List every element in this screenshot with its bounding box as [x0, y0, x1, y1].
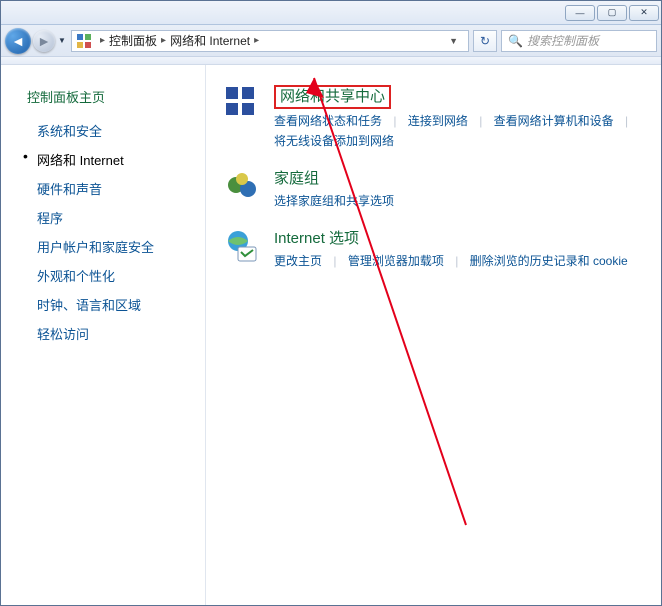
- entry-body: 网络和共享中心 查看网络状态和任务 | 连接到网络 | 查看网络计算机和设备 |…: [274, 85, 643, 151]
- titlebar: — ▢ ✕: [1, 1, 661, 25]
- breadcrumb-sep-icon: ▸: [157, 35, 170, 46]
- link-view-computers-devices[interactable]: 查看网络计算机和设备: [494, 114, 614, 128]
- entry-internet-options: Internet 选项 更改主页 | 管理浏览器加载项 | 删除浏览的历史记录和…: [224, 229, 643, 271]
- nav-history-dropdown[interactable]: ▼: [57, 28, 67, 54]
- sidebar-item-network-internet[interactable]: 网络和 Internet: [1, 145, 205, 174]
- link-sep: |: [447, 254, 466, 268]
- breadcrumb-sep-icon: ▸: [96, 35, 109, 46]
- sub-links: 更改主页 | 管理浏览器加载项 | 删除浏览的历史记录和 cookie: [274, 251, 643, 271]
- link-view-network-status[interactable]: 查看网络状态和任务: [274, 114, 382, 128]
- sidebar-item-ease-of-access[interactable]: 轻松访问: [1, 319, 205, 348]
- link-connect-network[interactable]: 连接到网络: [408, 114, 468, 128]
- entry-body: Internet 选项 更改主页 | 管理浏览器加载项 | 删除浏览的历史记录和…: [274, 229, 643, 271]
- back-button[interactable]: ◄: [5, 28, 31, 54]
- refresh-button[interactable]: ↻: [473, 30, 497, 52]
- sub-links: 选择家庭组和共享选项: [274, 191, 643, 211]
- entry-body: 家庭组 选择家庭组和共享选项: [274, 169, 643, 211]
- sub-links: 查看网络状态和任务 | 连接到网络 | 查看网络计算机和设备 | 将无线设备添加…: [274, 111, 643, 151]
- sidebar-item-clock-language-region[interactable]: 时钟、语言和区域: [1, 290, 205, 319]
- address-bar: ◄ ► ▼ ▸ 控制面板 ▸ 网络和 Internet ▸ ▼ ↻ 🔍: [1, 25, 661, 57]
- homegroup-icon: [224, 169, 260, 205]
- search-input[interactable]: [527, 34, 650, 48]
- entry-title-network-sharing[interactable]: 网络和共享中心: [274, 85, 391, 109]
- breadcrumb[interactable]: ▸ 控制面板 ▸ 网络和 Internet ▸ ▼: [71, 30, 469, 52]
- nav-buttons: ◄ ► ▼: [5, 28, 67, 54]
- internet-options-icon: [224, 229, 260, 265]
- link-manage-addons[interactable]: 管理浏览器加载项: [348, 254, 444, 268]
- toolbar: [1, 57, 661, 65]
- breadcrumb-sep-icon: ▸: [250, 35, 263, 46]
- forward-arrow-icon: ►: [37, 33, 51, 49]
- link-add-wireless-device[interactable]: 将无线设备添加到网络: [274, 134, 394, 148]
- control-panel-icon: [76, 33, 92, 49]
- sidebar-item-appearance[interactable]: 外观和个性化: [1, 261, 205, 290]
- link-homegroup-options[interactable]: 选择家庭组和共享选项: [274, 194, 394, 208]
- minimize-button[interactable]: —: [565, 5, 595, 21]
- maximize-button[interactable]: ▢: [597, 5, 627, 21]
- search-icon: 🔍: [508, 34, 523, 48]
- refresh-icon: ↻: [480, 34, 490, 48]
- breadcrumb-item-network[interactable]: 网络和 Internet: [170, 32, 250, 49]
- search-box[interactable]: 🔍: [501, 30, 657, 52]
- sidebar-item-user-accounts[interactable]: 用户帐户和家庭安全: [1, 232, 205, 261]
- entry-title-internet-options[interactable]: Internet 选项: [274, 229, 359, 249]
- close-button[interactable]: ✕: [629, 5, 659, 21]
- sidebar: 控制面板主页 系统和安全 网络和 Internet 硬件和声音 程序 用户帐户和…: [1, 65, 206, 605]
- link-sep: |: [471, 114, 490, 128]
- link-change-homepage[interactable]: 更改主页: [274, 254, 322, 268]
- back-arrow-icon: ◄: [11, 33, 25, 49]
- main: 控制面板主页 系统和安全 网络和 Internet 硬件和声音 程序 用户帐户和…: [1, 65, 661, 605]
- forward-button[interactable]: ►: [33, 30, 55, 52]
- link-sep: |: [385, 114, 404, 128]
- sidebar-item-programs[interactable]: 程序: [1, 203, 205, 232]
- sidebar-heading[interactable]: 控制面板主页: [1, 83, 205, 116]
- breadcrumb-dropdown-icon[interactable]: ▼: [443, 36, 464, 46]
- entry-network-sharing: 网络和共享中心 查看网络状态和任务 | 连接到网络 | 查看网络计算机和设备 |…: [224, 85, 643, 151]
- breadcrumb-item-control-panel[interactable]: 控制面板: [109, 32, 157, 49]
- sidebar-item-hardware-sound[interactable]: 硬件和声音: [1, 174, 205, 203]
- sidebar-item-system-security[interactable]: 系统和安全: [1, 116, 205, 145]
- content: 网络和共享中心 查看网络状态和任务 | 连接到网络 | 查看网络计算机和设备 |…: [206, 65, 661, 605]
- network-sharing-icon: [224, 85, 260, 121]
- link-delete-history[interactable]: 删除浏览的历史记录和 cookie: [470, 254, 628, 268]
- entry-homegroup: 家庭组 选择家庭组和共享选项: [224, 169, 643, 211]
- link-sep: |: [617, 114, 636, 128]
- link-sep: |: [325, 254, 344, 268]
- entry-title-homegroup[interactable]: 家庭组: [274, 169, 319, 189]
